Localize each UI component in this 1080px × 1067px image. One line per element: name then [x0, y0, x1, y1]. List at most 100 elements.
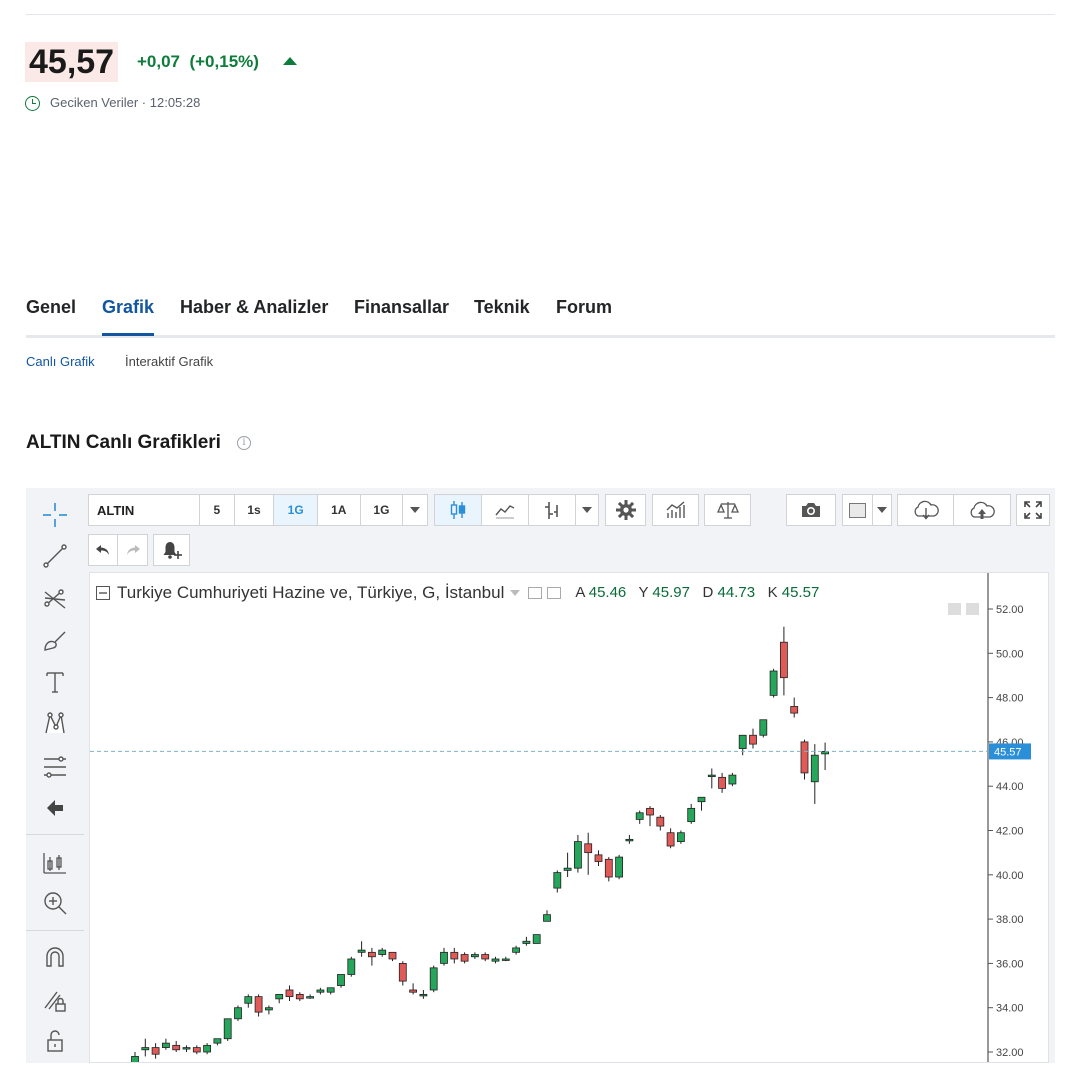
candle-body — [192, 1047, 201, 1053]
candle-body — [697, 796, 706, 803]
measure-icon[interactable] — [39, 848, 71, 878]
candle-body — [707, 774, 716, 778]
change-value: +0,07 — [137, 52, 181, 71]
text-icon[interactable] — [39, 667, 71, 697]
collapse-icon[interactable] — [95, 585, 111, 601]
compare-button[interactable] — [704, 494, 751, 526]
interval-toolbar: 5 1s 1G 1A 1G — [88, 494, 428, 526]
candle-body — [131, 1056, 139, 1067]
tab-finansallar[interactable]: Finansallar — [354, 296, 449, 318]
interval-1g-active[interactable]: 1G — [274, 495, 318, 525]
axis-tick-label: 34.00 — [996, 1003, 1024, 1015]
candle-body — [450, 951, 459, 960]
candle-body — [759, 719, 768, 736]
change-percent: (+0,15%) — [189, 52, 259, 71]
candle-body — [481, 954, 490, 960]
bar-type-icon[interactable] — [529, 495, 576, 525]
line-chart-icon[interactable] — [482, 495, 529, 525]
candle-body — [543, 914, 551, 922]
undo-icon[interactable] — [89, 535, 118, 565]
pattern-icon[interactable] — [39, 709, 71, 739]
brush-icon[interactable] — [39, 625, 71, 655]
tab-teknik[interactable]: Teknik — [474, 296, 530, 318]
candle-body — [563, 867, 572, 871]
candle-body — [810, 754, 819, 783]
axis-tick-label: 52.00 — [996, 604, 1024, 616]
delay-info: Geciken Veriler · 12:05:28 — [25, 95, 200, 111]
magnet-icon[interactable] — [39, 943, 71, 973]
cloud-download-icon[interactable] — [898, 495, 954, 525]
candle-body — [172, 1044, 181, 1051]
candle-body — [275, 994, 284, 1000]
interval-1s[interactable]: 1s — [235, 495, 275, 525]
clock-icon — [25, 95, 40, 111]
main-tabs: Genel Grafik Haber & Analizler Finansall… — [26, 296, 1055, 338]
visibility-icon[interactable] — [528, 587, 543, 599]
tab-genel[interactable]: Genel — [26, 296, 76, 318]
candles-icon[interactable] — [435, 495, 482, 525]
indicators-icon — [653, 495, 698, 525]
candle-body — [182, 1047, 191, 1050]
candle-body — [470, 954, 479, 958]
candle-body — [378, 949, 387, 955]
ohlc-values: A 45.46 Y 45.97 D 44.73 K 45.57 — [575, 583, 819, 603]
trendline-icon[interactable] — [39, 541, 71, 571]
back-arrow-icon[interactable] — [39, 793, 71, 823]
tab-forum[interactable]: Forum — [556, 296, 612, 318]
indicators-button[interactable] — [652, 494, 699, 526]
symbol-cell — [89, 495, 200, 525]
screenshot-button[interactable] — [786, 494, 836, 526]
high-value: 45.97 — [652, 584, 690, 601]
lock-draw-icon[interactable] — [39, 985, 71, 1015]
candle-body — [316, 989, 325, 993]
add-alert-button[interactable] — [153, 534, 190, 566]
crosshair-icon[interactable] — [39, 500, 71, 530]
chart-plot-area[interactable]: 52.00 50.00 48.00 46.00 44.00 42.00 40.00 38.00… — [89, 572, 1049, 1067]
open-value: 45.46 — [588, 584, 627, 601]
chevron-down-icon — [582, 507, 592, 513]
redo-icon[interactable] — [118, 535, 147, 565]
fib-retracement-icon[interactable] — [39, 752, 71, 782]
candle-body — [295, 994, 304, 1000]
candle-body — [728, 774, 737, 785]
subtab-canli-grafik[interactable]: Canlı Grafik — [26, 354, 95, 370]
compare-icon — [705, 495, 750, 525]
candle-body — [213, 1038, 222, 1044]
chevron-down-icon — [877, 507, 887, 513]
candle-body — [553, 872, 562, 889]
interval-5[interactable]: 5 — [200, 495, 235, 525]
candle-body — [223, 1018, 232, 1040]
interval-dropdown[interactable] — [403, 495, 427, 525]
high-label: Y — [638, 584, 649, 601]
cloud-toolbar — [897, 494, 1011, 526]
settings-icon — [606, 495, 645, 525]
chart-type-dropdown[interactable] — [576, 495, 598, 525]
candle-body — [285, 989, 294, 998]
candle-body — [656, 816, 665, 827]
fullscreen-button[interactable] — [1016, 494, 1050, 526]
chart-legend: Turkiye Cumhuriyeti Hazine ve, Türkiye, … — [94, 583, 819, 603]
candle-body — [687, 807, 696, 823]
color-picker[interactable] — [842, 494, 892, 526]
drawing-toolbar — [26, 488, 84, 1063]
gear-icon[interactable] — [547, 587, 562, 599]
interval-1g[interactable]: 1G — [361, 495, 404, 525]
candle-body — [780, 641, 788, 679]
bell-plus-icon — [154, 535, 189, 565]
zoom-in-icon[interactable] — [39, 888, 71, 918]
candle-body — [573, 841, 582, 869]
chevron-down-icon[interactable] — [510, 590, 521, 596]
cloud-upload-icon[interactable] — [954, 495, 1010, 525]
candle-body — [491, 958, 500, 962]
symbol-input[interactable] — [89, 495, 199, 525]
subtab-interaktif-grafik[interactable]: İnteraktif Grafik — [125, 354, 213, 370]
pitchfork-icon[interactable] — [39, 583, 71, 613]
interval-1a[interactable]: 1A — [318, 495, 361, 525]
unlock-icon[interactable] — [39, 1026, 71, 1056]
tab-grafik[interactable]: Grafik — [102, 296, 155, 336]
fullscreen-icon — [1017, 495, 1049, 525]
info-icon[interactable]: i — [237, 436, 251, 450]
scroll-down-icon — [948, 603, 961, 615]
tab-haber-analizler[interactable]: Haber & Analizler — [180, 296, 328, 318]
settings-button[interactable] — [605, 494, 646, 526]
